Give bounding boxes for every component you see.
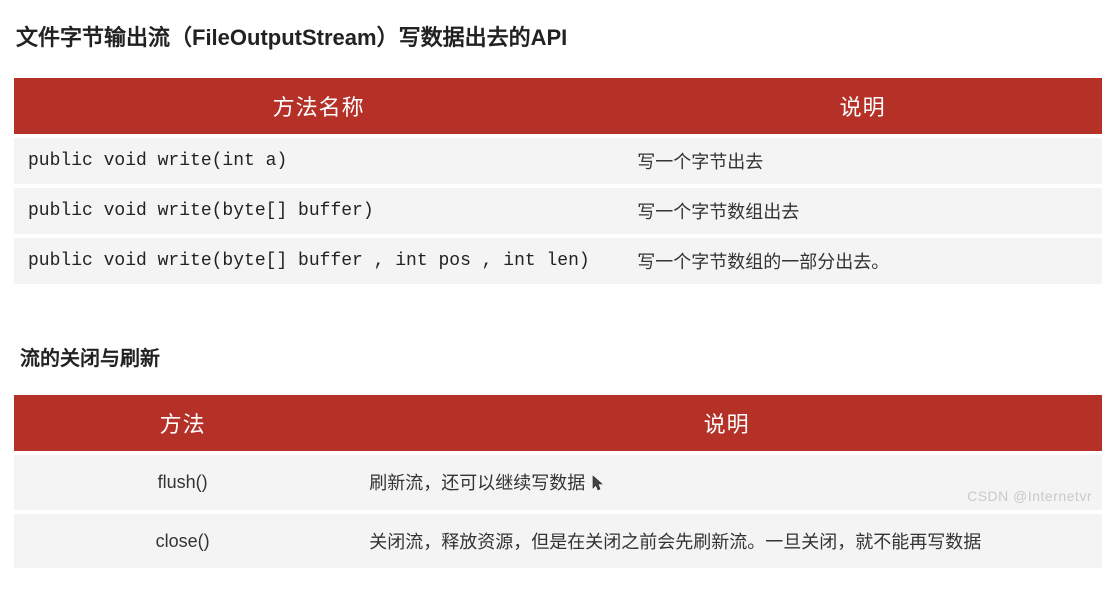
desc-text: 刷新流，还可以继续写数据	[369, 473, 585, 493]
method-cell: public void write(byte[] buffer , int po…	[14, 238, 623, 284]
desc-cell: 刷新流，还可以继续写数据	[351, 455, 1102, 510]
section-title: 文件字节输出流（FileOutputStream）写数据出去的API	[16, 20, 1102, 52]
table-row: close() 关闭流，释放资源，但是在关闭之前会先刷新流。一旦关闭，就不能再写…	[14, 514, 1102, 568]
desc-cell: 写一个字节出去	[623, 138, 1102, 184]
method-cell: public void write(byte[] buffer)	[14, 188, 623, 234]
table-row: public void write(int a) 写一个字节出去	[14, 138, 1102, 184]
table-row: flush() 刷新流，还可以继续写数据	[14, 455, 1102, 510]
table2-header-desc: 说明	[351, 395, 1102, 451]
subsection-title: 流的关闭与刷新	[20, 342, 1102, 371]
api-methods-table: 方法名称 说明 public void write(int a) 写一个字节出去…	[14, 74, 1102, 288]
table2-header-method: 方法	[14, 395, 351, 451]
method-cell: close()	[14, 514, 351, 568]
desc-cell: 写一个字节数组出去	[623, 188, 1102, 234]
close-flush-table: 方法 说明 flush() 刷新流，还可以继续写数据 close() 关闭流，释…	[14, 391, 1102, 572]
desc-cell: 关闭流，释放资源，但是在关闭之前会先刷新流。一旦关闭，就不能再写数据	[351, 514, 1102, 568]
cursor-arrow-icon	[592, 475, 604, 496]
table-row: public void write(byte[] buffer , int po…	[14, 238, 1102, 284]
method-cell: public void write(int a)	[14, 138, 623, 184]
table1-header-desc: 说明	[623, 78, 1102, 134]
table1-header-method: 方法名称	[14, 78, 623, 134]
table-row: public void write(byte[] buffer) 写一个字节数组…	[14, 188, 1102, 234]
desc-cell: 写一个字节数组的一部分出去。	[623, 238, 1102, 284]
method-cell: flush()	[14, 455, 351, 510]
